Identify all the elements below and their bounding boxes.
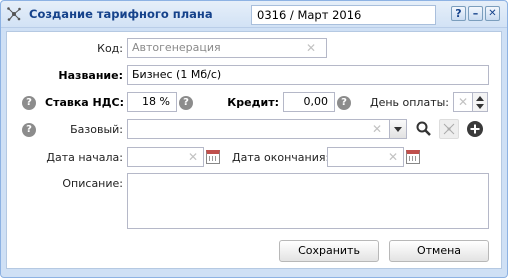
base-label: Базовый: [70,123,123,136]
spin-down-icon[interactable] [476,104,484,109]
clear-icon[interactable]: ✕ [372,122,382,136]
vat-label: Ставка НДС: [45,96,125,109]
credit-field[interactable]: 0,00 [283,92,335,112]
payment-day-label: День оплаты: [369,96,449,109]
calendar-icon[interactable] [206,150,220,164]
dialog-window: Создание тарифного плана 0316 / Март 201… [0,0,508,278]
tree-icon[interactable] [439,119,459,139]
form-panel: Код: Автогенерация ✕ Название: Бизнес (1… [6,31,502,269]
help-button[interactable]: ? [451,6,466,21]
base-combo[interactable]: ✕ [127,119,390,139]
titlebar: Создание тарифного плана 0316 / Март 201… [1,1,507,28]
calendar-icon[interactable] [406,150,420,164]
save-button[interactable]: Сохранить [279,240,379,262]
clear-icon[interactable]: ✕ [458,95,468,109]
help-icon[interactable]: ? [337,96,351,110]
credit-label: Кредит: [227,96,279,109]
search-icon[interactable] [414,119,434,139]
payment-day-field[interactable]: ✕ [453,92,473,112]
start-date-label: Дата начала: [46,151,123,164]
window-title: Создание тарифного плана [29,7,213,21]
help-icon[interactable]: ? [22,123,36,137]
add-icon[interactable] [465,119,485,139]
help-icon[interactable]: ? [179,96,193,110]
end-date-field[interactable]: ✕ [327,147,404,167]
code-label: Код: [97,42,123,55]
clear-icon[interactable]: ✕ [306,41,316,55]
code-field[interactable]: Автогенерация ✕ [127,38,327,58]
minimize-button[interactable]: – [468,6,483,21]
description-field[interactable] [127,173,489,229]
start-date-field[interactable]: ✕ [127,147,204,167]
name-label: Название: [58,69,123,82]
network-icon [7,7,21,21]
cancel-button[interactable]: Отмена [389,240,489,262]
clear-icon[interactable]: ✕ [188,150,198,164]
payment-day-spinner[interactable] [473,92,488,112]
vat-field[interactable]: 18 % [127,92,177,112]
end-date-label: Дата окончания: [232,151,330,164]
spin-up-icon[interactable] [476,96,484,101]
period-field[interactable]: 0316 / Март 2016 [251,5,436,25]
close-button[interactable]: ✕ [485,6,500,21]
clear-icon[interactable]: ✕ [388,150,398,164]
chevron-down-icon[interactable] [390,119,407,139]
code-value: Автогенерация [132,41,221,54]
help-icon[interactable]: ? [22,96,36,110]
name-field[interactable]: Бизнес (1 Мб/с) [127,65,489,85]
description-label: Описание: [62,177,123,190]
